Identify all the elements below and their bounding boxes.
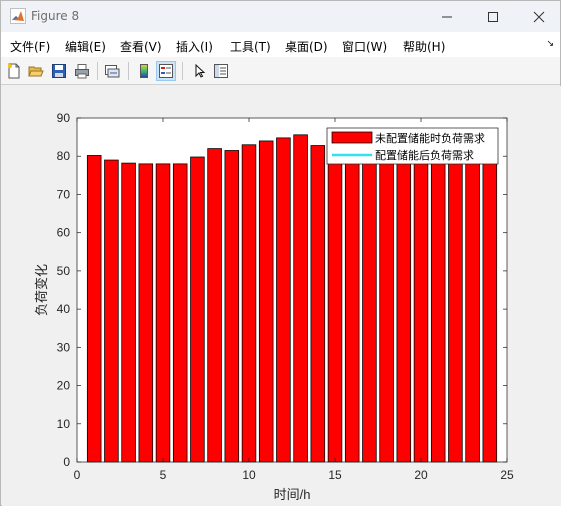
y-tick-label: 0 [63, 455, 70, 469]
bar [344, 150, 360, 463]
save-icon [52, 64, 66, 78]
toolbar-separator [182, 62, 183, 80]
bar [276, 137, 291, 463]
legend-label-2: 配置储能后负荷需求 [375, 148, 474, 162]
bar [413, 152, 429, 463]
x-axis-label: 时间/h [274, 487, 311, 502]
save-button[interactable] [49, 61, 69, 81]
y-tick-label: 80 [57, 149, 71, 163]
bar [482, 152, 498, 463]
x-tick-label: 25 [500, 468, 514, 482]
y-tick-label: 20 [57, 379, 71, 393]
bar [310, 145, 326, 463]
print-button[interactable] [72, 61, 92, 81]
new-figure-button[interactable] [4, 61, 24, 81]
menu-view[interactable]: 查看(V) [120, 38, 162, 55]
bar [241, 144, 257, 463]
bar [172, 163, 188, 463]
toolbar-separator [97, 62, 98, 80]
bar [293, 134, 308, 463]
y-tick-label: 90 [57, 111, 71, 125]
window-title: Figure 8 [31, 9, 80, 23]
menu-help[interactable]: 帮助(H) [403, 38, 445, 55]
menu-window[interactable]: 窗口(W) [342, 38, 387, 55]
legend-swatch-bar [331, 131, 373, 144]
maximize-button[interactable] [470, 1, 516, 32]
bar [86, 155, 102, 463]
title-bar[interactable]: Figure 8 [1, 1, 560, 32]
open-file-icon [28, 66, 44, 77]
bar [448, 152, 463, 463]
legend-button[interactable] [156, 61, 176, 81]
new-figure-icon [8, 63, 20, 79]
y-tick-label: 30 [57, 340, 71, 354]
property-inspector-button[interactable] [211, 61, 231, 81]
bar [190, 156, 205, 463]
toolbar [1, 57, 560, 85]
menu-insert[interactable]: 插入(I) [176, 38, 213, 55]
property-inspector-icon [214, 64, 228, 78]
bar [327, 148, 343, 463]
bar [396, 152, 412, 463]
menu-bar: 文件(F) 编辑(E) 查看(V) 插入(I) 工具(T) 桌面(D) 窗口(W… [1, 32, 560, 57]
bar [138, 163, 154, 463]
x-tick-label: 0 [74, 468, 81, 482]
x-tick-label: 5 [160, 468, 167, 482]
bar [362, 152, 377, 463]
bar [155, 163, 171, 463]
close-button[interactable] [516, 1, 562, 32]
close-icon [533, 11, 545, 22]
bar [379, 152, 394, 463]
x-tick-label: 10 [242, 468, 256, 482]
minimize-button[interactable] [424, 1, 470, 32]
bar-chart[interactable]: 0 5 10 15 20 250102030405060708090 时间/h 负荷变化 … [2, 86, 561, 506]
bar [224, 150, 240, 463]
colorbar-button[interactable] [134, 61, 154, 81]
y-tick-label: 70 [57, 187, 71, 201]
x-tick-label: 20 [414, 468, 428, 482]
y-tick-label: 50 [57, 264, 71, 278]
y-axis-label: 负荷变化 [34, 264, 49, 316]
legend-label-1: 未配置储能时负荷需求 [375, 131, 485, 145]
figure-window: Figure 8 文件(F) 编辑(E) 查看(V) 插入(I) 工具(T) 桌… [0, 0, 561, 506]
menu-file[interactable]: 文件(F) [10, 38, 50, 55]
edit-plot-button[interactable] [189, 61, 209, 81]
link-plot-icon [105, 65, 120, 78]
bar [258, 140, 274, 463]
bar [207, 148, 222, 463]
open-file-button[interactable] [26, 61, 46, 81]
minimize-icon [442, 16, 452, 17]
bar [104, 159, 119, 463]
maximize-icon [488, 11, 498, 22]
menu-tools[interactable]: 工具(T) [230, 38, 271, 55]
toolbar-separator [128, 62, 129, 80]
menu-dock-arrow-icon[interactable]: ↘ [546, 38, 554, 49]
colorbar-icon [140, 64, 148, 78]
legend-icon [159, 64, 173, 78]
y-tick-label: 60 [57, 226, 71, 240]
bar [430, 152, 446, 463]
figure-canvas: 0 5 10 15 20 25 0 10 20 30 40 50 60 70 80 90 时间/h 负荷变化 … [2, 86, 561, 506]
link-plot-button[interactable] [102, 61, 122, 81]
menu-edit[interactable]: 编辑(E) [65, 38, 106, 55]
y-tick-label: 40 [57, 302, 71, 316]
x-tick-label: 15 [328, 468, 342, 482]
menu-desktop[interactable]: 桌面(D) [285, 38, 328, 55]
print-icon [75, 64, 89, 79]
bar [121, 162, 136, 463]
bar [465, 152, 480, 463]
y-tick-label: 10 [57, 417, 71, 431]
edit-plot-arrow-icon [195, 63, 206, 78]
matlab-logo-icon [10, 8, 26, 24]
legend[interactable]: 未配置储能时负荷需求 配置储能后负荷需求 [326, 127, 499, 165]
